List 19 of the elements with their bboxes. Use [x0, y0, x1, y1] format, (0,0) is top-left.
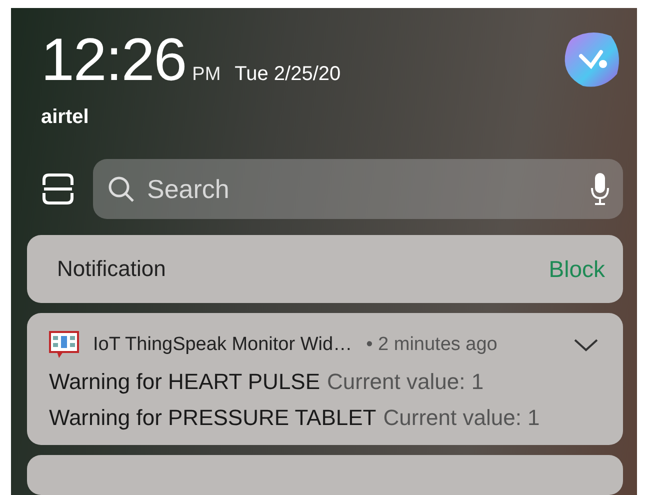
notification-label: Notification: [57, 256, 166, 282]
app-name: IoT ThingSpeak Monitor Wid…: [93, 334, 352, 356]
block-button[interactable]: Block: [548, 256, 605, 282]
date-text: Tue 2/25/20: [234, 63, 341, 86]
warning-title: Warning for HEART PULSE: [49, 369, 320, 395]
warning-title: Warning for PRESSURE TABLET: [49, 405, 376, 431]
clock-time: 12:26: [41, 30, 186, 90]
warning-value: Current value: 1: [383, 405, 540, 431]
search-icon: [107, 175, 135, 203]
app-icon: [49, 331, 79, 359]
notification-time: • 2 minutes ago: [366, 334, 498, 356]
notification-card[interactable]: IoT ThingSpeak Monitor Wid… • 2 minutes ago Warning for HEART PULSE Current value: 1 Warning for PRESSURE TABLET Current value: 1: [27, 313, 623, 445]
warning-value: Current value: 1: [327, 369, 484, 395]
scan-icon[interactable]: [41, 172, 75, 206]
clock-ampm: PM: [192, 64, 221, 86]
chevron-icon[interactable]: [573, 337, 599, 353]
search-field[interactable]: Search: [93, 159, 623, 219]
microphone-icon[interactable]: [591, 172, 609, 206]
carrier-name: airtel: [41, 106, 90, 129]
